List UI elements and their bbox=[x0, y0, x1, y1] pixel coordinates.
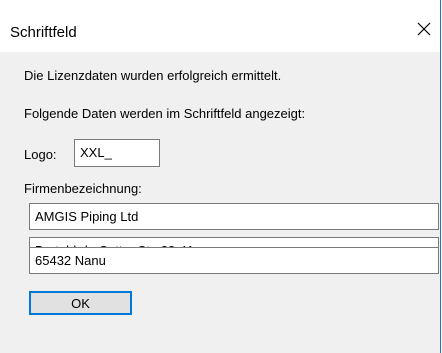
close-button[interactable] bbox=[414, 18, 434, 40]
close-icon bbox=[417, 22, 431, 36]
ok-button[interactable]: OK bbox=[29, 291, 132, 315]
dialog-title: Schriftfeld bbox=[10, 24, 77, 41]
company-name-label: Firmenbezeichnung: bbox=[24, 181, 142, 196]
company-line-3-field[interactable]: 65432 Nanu bbox=[29, 247, 439, 274]
logo-label: Logo: bbox=[24, 147, 57, 162]
fields-intro-message: Folgende Daten werden im Schriftfeld ang… bbox=[24, 106, 306, 121]
license-success-message: Die Lizenzdaten wurden erfolgreich ermit… bbox=[24, 68, 282, 83]
title-bar: Schriftfeld bbox=[0, 0, 440, 52]
schriftfeld-dialog: Schriftfeld Die Lizenzdaten wurden erfol… bbox=[0, 0, 441, 353]
logo-field[interactable]: XXL_ bbox=[74, 139, 160, 167]
company-line-1-field[interactable]: AMGIS Piping Ltd bbox=[29, 203, 439, 230]
